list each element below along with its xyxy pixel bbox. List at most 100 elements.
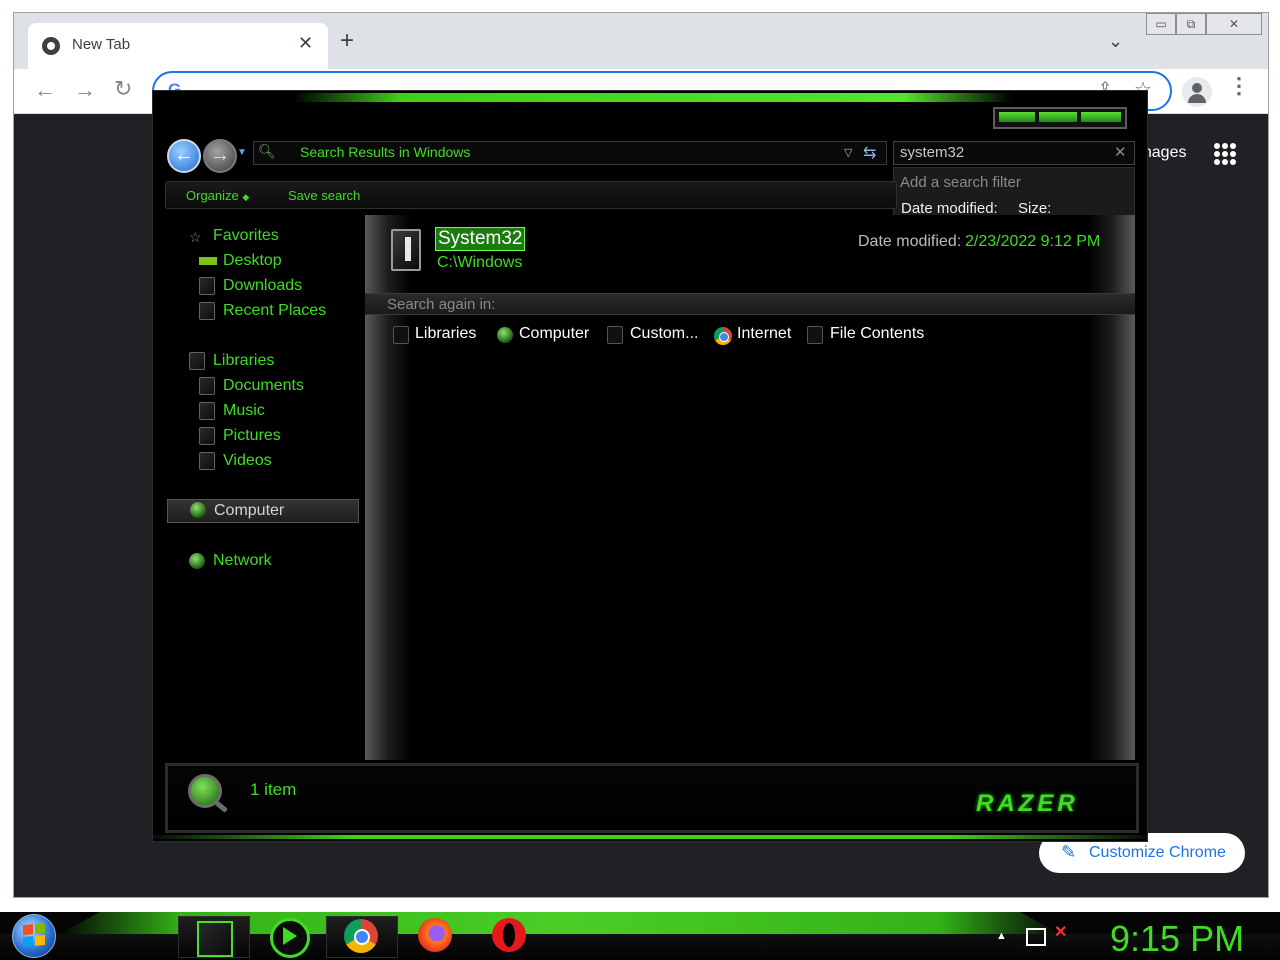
apps-grid-icon[interactable] bbox=[1214, 143, 1236, 165]
libraries-icon bbox=[393, 326, 409, 344]
nav-pictures[interactable]: Pictures bbox=[223, 427, 281, 445]
explorer-icon bbox=[197, 921, 233, 957]
kebab-menu-icon[interactable]: ⋮ bbox=[1228, 75, 1250, 97]
tab-close-icon[interactable]: ✕ bbox=[298, 33, 313, 54]
search-filter-dropdown: Add a search filter Date modified: Size: bbox=[893, 167, 1135, 221]
new-tab-button[interactable]: + bbox=[340, 29, 354, 53]
reload-icon[interactable]: ↻ bbox=[114, 76, 132, 102]
search-value: system32 bbox=[900, 144, 965, 161]
tab-new-tab[interactable]: New Tab ✕ bbox=[28, 23, 328, 69]
start-button[interactable] bbox=[12, 914, 56, 958]
result-path: C:\Windows bbox=[437, 254, 523, 271]
forward-arrow-icon[interactable]: → bbox=[203, 139, 237, 173]
recent-pages-chevron-icon[interactable]: ▼ bbox=[237, 147, 247, 158]
favorites-star-icon: ☆ bbox=[189, 229, 202, 245]
search-in-libraries[interactable]: Libraries bbox=[415, 325, 476, 343]
explorer-minimize-button[interactable] bbox=[999, 112, 1035, 122]
nav-computer[interactable]: Computer bbox=[167, 499, 359, 523]
nav-computer-label: Computer bbox=[214, 502, 285, 519]
nav-downloads[interactable]: Downloads bbox=[223, 277, 302, 295]
nav-desktop[interactable]: Desktop bbox=[223, 252, 282, 270]
chrome-favicon-icon bbox=[42, 37, 60, 55]
search-again-label: Search again in: bbox=[387, 296, 496, 313]
search-filter-hint: Add a search filter bbox=[900, 174, 1021, 191]
pictures-icon bbox=[199, 427, 215, 445]
chrome-icon bbox=[344, 919, 378, 953]
address-bar[interactable]: 🔍︎ Search Results in Windows ▽ bbox=[253, 141, 887, 165]
music-icon bbox=[199, 402, 215, 420]
close-window-button[interactable]: ✕ bbox=[1206, 13, 1262, 35]
address-dropdown-icon[interactable]: ▽ bbox=[844, 146, 852, 159]
organize-button[interactable]: Organize ◆ bbox=[186, 188, 249, 203]
nav-documents[interactable]: Documents bbox=[223, 377, 304, 395]
file-contents-icon bbox=[807, 326, 823, 344]
downloads-icon bbox=[199, 277, 215, 295]
item-count: 1 item bbox=[250, 780, 297, 799]
explorer-window: ← → ▼ 🔍︎ Search Results in Windows ▽ ⇆ s… bbox=[152, 90, 1148, 842]
maximize-button[interactable]: ⧉ bbox=[1176, 13, 1206, 35]
forward-arrow-icon[interactable]: → bbox=[74, 77, 96, 103]
result-date-value: 2/23/2022 9:12 PM bbox=[965, 233, 1101, 250]
computer-icon bbox=[190, 502, 206, 518]
explorer-close-button[interactable] bbox=[1081, 112, 1121, 122]
windows-logo-icon bbox=[23, 922, 45, 948]
search-in-computer[interactable]: Computer bbox=[519, 325, 589, 343]
explorer-caption-buttons bbox=[993, 107, 1127, 129]
taskbar-chrome-button[interactable] bbox=[326, 916, 398, 958]
address-text: Search Results in Windows bbox=[300, 144, 471, 160]
search-results-icon: 🔍︎ bbox=[258, 143, 276, 159]
nav-videos[interactable]: Videos bbox=[223, 452, 272, 470]
opera-icon[interactable] bbox=[492, 918, 526, 952]
network-icon bbox=[189, 553, 205, 569]
result-item[interactable]: System32 C:\Windows Date modified: 2/23/… bbox=[365, 215, 1135, 285]
command-bar: Organize ◆ Save search bbox=[165, 181, 897, 209]
navigation-pane: ☆ Favorites Desktop Downloads Recent Pla… bbox=[153, 215, 361, 760]
tab-search-chevron-icon[interactable]: ⌄ bbox=[1108, 31, 1123, 52]
tab-title: New Tab bbox=[72, 36, 131, 53]
nav-network[interactable]: Network bbox=[213, 552, 272, 570]
network-status-icon[interactable] bbox=[1026, 928, 1046, 946]
clear-search-icon[interactable]: ✕ bbox=[1114, 143, 1127, 161]
computer-icon bbox=[497, 327, 513, 343]
back-arrow-icon[interactable]: ← bbox=[34, 77, 56, 103]
search-in-internet[interactable]: Internet bbox=[737, 325, 791, 343]
explorer-title-bar bbox=[153, 91, 1147, 139]
search-in-file-contents[interactable]: File Contents bbox=[830, 325, 924, 343]
save-search-button[interactable]: Save search bbox=[288, 188, 360, 203]
tab-strip: New Tab ✕ + ⌄ ▭ ⧉ ✕ bbox=[14, 13, 1268, 69]
firefox-icon[interactable] bbox=[418, 918, 452, 952]
nav-libraries[interactable]: Libraries bbox=[213, 352, 274, 370]
result-name: System32 bbox=[435, 227, 526, 251]
show-hidden-icons-icon[interactable]: ▲ bbox=[996, 930, 1007, 942]
pencil-icon: ✎ bbox=[1061, 842, 1077, 862]
search-again-bar: Search again in: bbox=[365, 293, 1135, 315]
videos-icon bbox=[199, 452, 215, 470]
custom-location-icon bbox=[607, 326, 623, 344]
profile-avatar-icon[interactable] bbox=[1182, 77, 1212, 107]
search-in-custom[interactable]: Custom... bbox=[630, 325, 698, 343]
nav-recent-places[interactable]: Recent Places bbox=[223, 302, 326, 320]
refresh-icon[interactable]: ⇆ bbox=[863, 143, 876, 163]
back-arrow-icon[interactable]: ← bbox=[167, 139, 201, 173]
desktop-icon bbox=[199, 257, 217, 265]
taskbar-explorer-button[interactable] bbox=[178, 916, 250, 958]
minimize-button[interactable]: ▭ bbox=[1146, 13, 1176, 35]
bottom-glow-line bbox=[153, 835, 1147, 839]
nav-favorites[interactable]: Favorites bbox=[213, 227, 279, 245]
status-bar: 1 item RAZER bbox=[165, 763, 1139, 833]
documents-icon bbox=[199, 377, 215, 395]
folder-icon bbox=[391, 229, 421, 271]
recent-places-icon bbox=[199, 302, 215, 320]
result-date-label: Date modified: bbox=[858, 233, 962, 250]
chrome-icon bbox=[714, 327, 732, 345]
window-controls: ▭ ⧉ ✕ bbox=[1146, 13, 1264, 35]
explorer-maximize-button[interactable] bbox=[1039, 112, 1077, 122]
nav-music[interactable]: Music bbox=[223, 402, 265, 420]
clock[interactable]: 9:15 PM bbox=[1110, 918, 1244, 960]
media-player-icon[interactable] bbox=[270, 918, 310, 958]
customize-chrome-label: Customize Chrome bbox=[1089, 844, 1226, 861]
title-glow-stripe bbox=[293, 93, 1013, 102]
razer-logo: RAZER bbox=[976, 790, 1079, 817]
search-input[interactable]: system32 ✕ bbox=[893, 141, 1135, 165]
volume-muted-icon[interactable]: ✕ bbox=[1054, 922, 1067, 942]
